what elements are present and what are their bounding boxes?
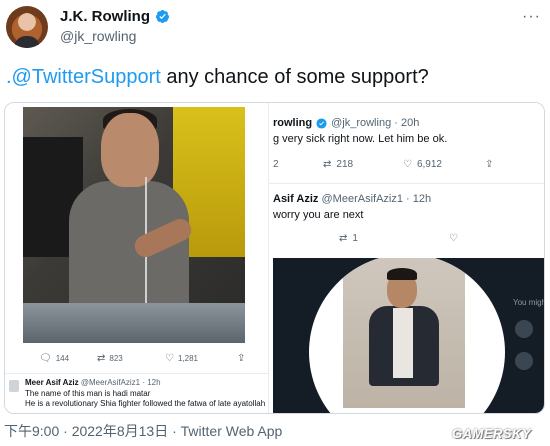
reply-author-meta: @MeerAsifAziz1 · 12h: [80, 378, 161, 387]
retweet-count: 823: [109, 354, 123, 363]
reply-icon: 🗨: [39, 353, 52, 364]
heart-icon: ♡: [449, 233, 458, 244]
left-action-bar: 🗨 144 ⇄ 823 ♡ 1,281 ⇪: [23, 353, 251, 369]
verified-badge-icon: [316, 117, 327, 129]
reply-action-bar: ⇄ 1 ♡: [339, 233, 539, 249]
quoted-tweet-text: g very sick right now. Let him be ok.: [273, 133, 448, 145]
author-handle[interactable]: @jk_rowling: [60, 28, 136, 44]
share-action[interactable]: ⇪: [237, 353, 245, 364]
watermark-logo: GAMERSKY: [452, 426, 532, 441]
reply-author: Meer Asif Aziz @MeerAsifAziz1 · 12h: [25, 378, 161, 387]
author-display-name[interactable]: J.K. Rowling: [60, 8, 150, 25]
reply-tweet[interactable]: Meer Asif Aziz @MeerAsifAziz1 · 12h The …: [5, 373, 269, 413]
retweet-action[interactable]: ⇄ 823: [97, 353, 123, 364]
like-count: 6,912: [416, 159, 442, 170]
quoted-tweet-header: rowling @jk_rowling · 20h: [273, 117, 419, 129]
quoted-tweet-meta: @jk_rowling · 20h: [331, 117, 420, 129]
reply-tweet-meta: @MeerAsifAziz1 · 12h: [321, 193, 432, 205]
profile-photo: [309, 258, 505, 413]
quoted-tweet-name[interactable]: rowling: [273, 117, 312, 129]
tweet-media[interactable]: 🗨 144 ⇄ 823 ♡ 1,281 ⇪ Meer Asif Aziz @Me…: [4, 102, 545, 414]
share-action[interactable]: ⇪: [485, 159, 493, 170]
reply-text-line-1: The name of this man is hadi matar: [25, 389, 151, 398]
suggestions-label: You migh: [513, 298, 545, 307]
heart-icon: ♡: [165, 353, 174, 364]
retweet-action[interactable]: ⇄ 218: [323, 159, 353, 170]
embedded-screenshot-right[interactable]: rowling @jk_rowling · 20h g very sick ri…: [269, 103, 545, 413]
reply-text-line-2: He is a revolutionary Shia fighter follo…: [25, 399, 266, 408]
tweet-body-text: any chance of some support?: [160, 66, 429, 88]
suggestion-avatar: [515, 320, 533, 338]
embedded-screenshot-left[interactable]: 🗨 144 ⇄ 823 ♡ 1,281 ⇪ Meer Asif Aziz @Me…: [5, 103, 269, 413]
retweet-count: 1: [352, 233, 358, 244]
like-action[interactable]: ♡ 6,912: [403, 159, 442, 170]
reply-tweet-header: Asif Aziz @MeerAsifAziz1 · 12h: [273, 193, 431, 205]
author-avatar[interactable]: [6, 6, 48, 48]
reply-author-name[interactable]: Meer Asif Aziz: [25, 378, 79, 387]
suggestion-avatar: [515, 352, 533, 370]
mention-link[interactable]: .@TwitterSupport: [6, 66, 161, 88]
reply-avatar: [9, 380, 19, 392]
more-options-icon[interactable]: ···: [522, 8, 541, 26]
retweet-count: 218: [336, 159, 354, 170]
reply-action[interactable]: 2: [273, 159, 279, 170]
like-count: 1,281: [177, 354, 198, 363]
author-name-row: J.K. Rowling: [60, 8, 170, 25]
tweet-body: .@TwitterSupport any chance of some supp…: [6, 66, 429, 89]
quoted-action-bar: 2 ⇄ 218 ♡ 6,912 ⇪: [273, 159, 543, 175]
divider: [269, 183, 544, 184]
news-photo: [23, 107, 245, 343]
tweet-header: J.K. Rowling @jk_rowling ···: [0, 0, 550, 62]
share-icon: ⇪: [485, 159, 494, 170]
reply-action[interactable]: 🗨 144: [39, 353, 69, 364]
reply-count: 144: [55, 354, 70, 363]
verified-badge-icon: [155, 9, 170, 24]
retweet-icon: ⇄: [323, 159, 332, 170]
heart-icon: ♡: [403, 159, 412, 170]
reply-tweet-text: worry you are next: [273, 209, 364, 221]
suggestions-widget: You migh: [507, 288, 545, 413]
retweet-icon: ⇄: [339, 233, 348, 244]
tweet-timestamp[interactable]: 下午9:00 · 2022年8月13日 · Twitter Web App: [4, 421, 282, 441]
retweet-action[interactable]: ⇄ 1: [339, 233, 358, 244]
retweet-icon: ⇄: [97, 353, 106, 364]
like-action[interactable]: ♡: [449, 233, 458, 244]
reply-count: 2: [273, 159, 279, 170]
share-icon: ⇪: [237, 353, 246, 364]
reply-tweet-name[interactable]: Asif Aziz: [273, 193, 318, 205]
like-action[interactable]: ♡ 1,281: [165, 353, 198, 364]
profile-photo-panel: You migh: [273, 258, 545, 413]
